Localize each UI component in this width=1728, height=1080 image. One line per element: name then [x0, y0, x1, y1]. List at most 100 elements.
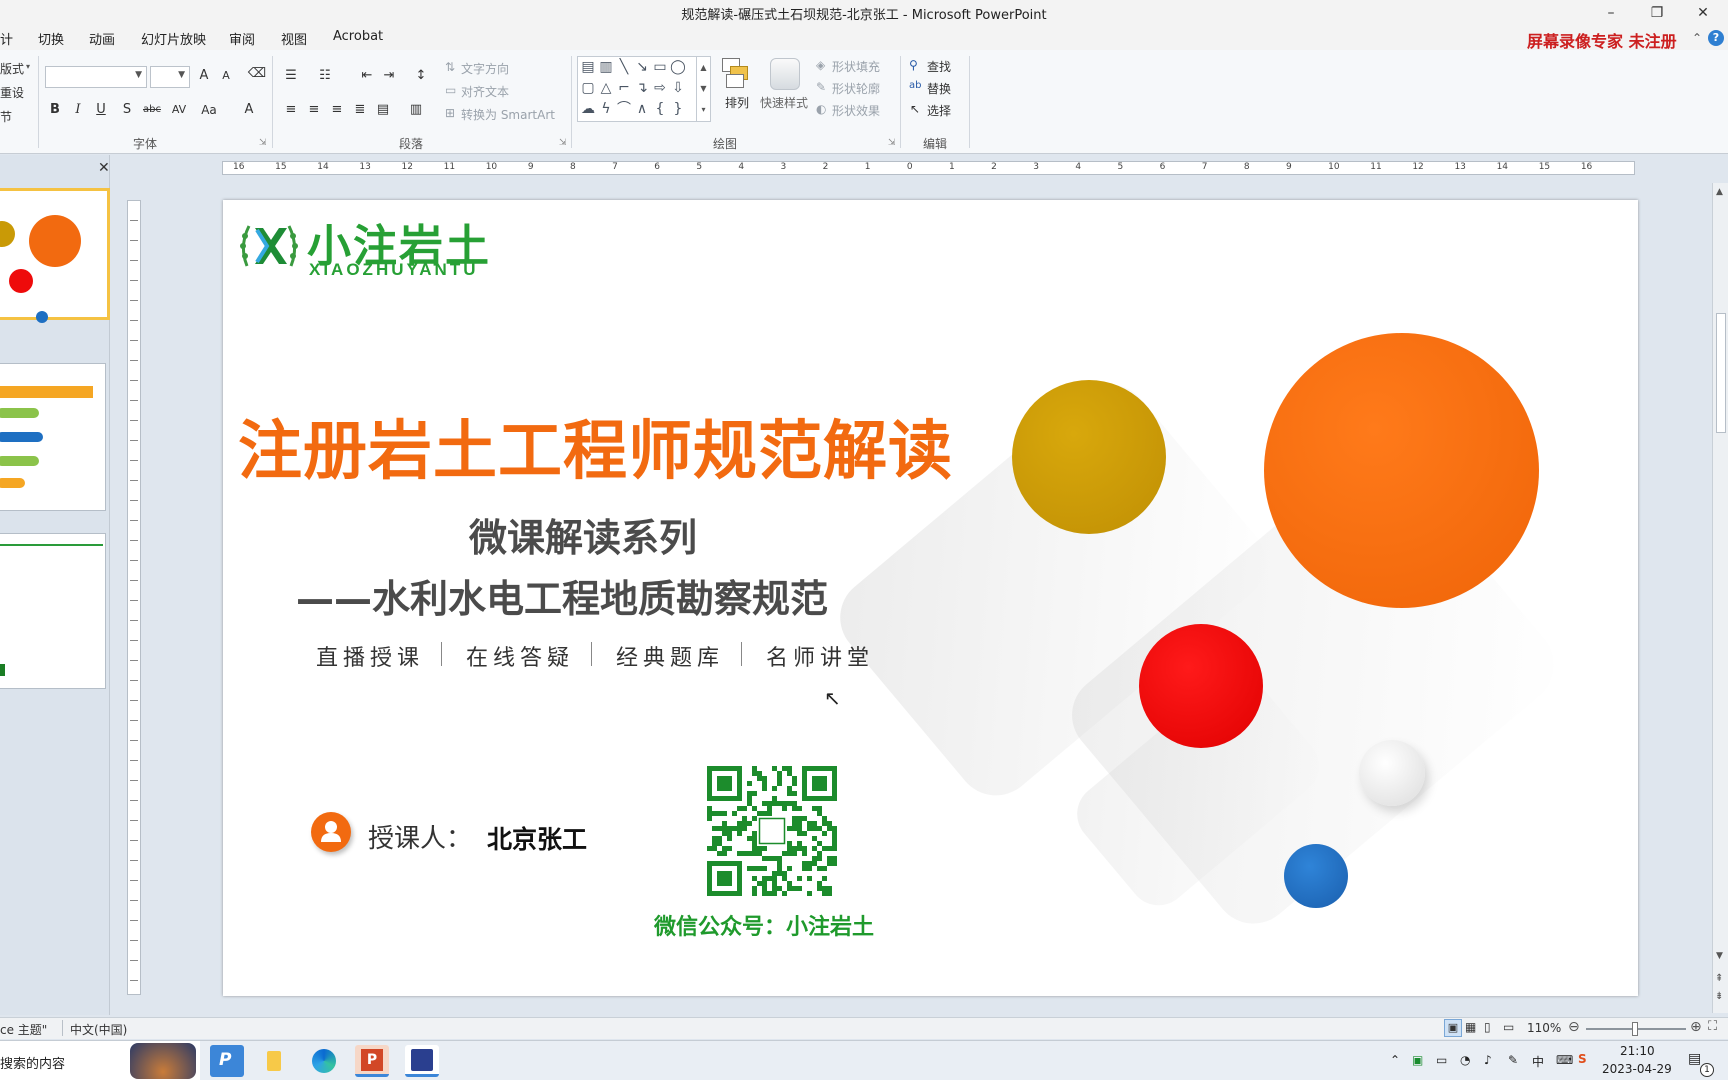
right-brace-shape-icon[interactable]: }	[670, 101, 686, 117]
clock-date[interactable]: 2023-04-29	[1602, 1062, 1672, 1076]
tab-slideshow[interactable]: 幻灯片放映	[141, 29, 206, 48]
line-spacing-icon[interactable]: ↕	[410, 66, 432, 86]
triangle-shape-icon[interactable]: △	[598, 80, 614, 96]
tray-overflow-icon[interactable]: ⌃	[1390, 1053, 1400, 1067]
slide-sorter-icon[interactable]: ▦	[1465, 1020, 1476, 1034]
shapes-gallery[interactable]: ▤ ▥ ╲ ↘ ▭ ◯ ▢ △ ⌐ ↴ ⇨ ⇩ ☁ ϟ ⌒ ∧ { } ▲ ▼ ▾	[577, 56, 711, 122]
elbow-arrow-icon[interactable]: ↴	[634, 80, 650, 96]
italic-button[interactable]: I	[67, 100, 89, 120]
tab-view[interactable]: 视图	[281, 29, 307, 48]
arrange-button[interactable]: 排列	[725, 94, 749, 111]
tab-acrobat[interactable]: Acrobat	[333, 29, 383, 44]
align-center-icon[interactable]: ≡	[303, 100, 325, 120]
tab-animations[interactable]: 动画	[89, 29, 115, 48]
close-button[interactable]: ✕	[1680, 2, 1726, 24]
zoom-in-icon[interactable]: ⊕	[1690, 1019, 1702, 1035]
slide[interactable]: 小注岩土 XIAOZHUYANTU 注册岩土工程师规范解读 微课解读系列 ——水…	[223, 200, 1638, 996]
language-indicator[interactable]: 中文(中国)	[70, 1021, 127, 1038]
volume-icon[interactable]: ♪	[1484, 1053, 1492, 1067]
bold-button[interactable]: B	[44, 100, 66, 120]
align-left-icon[interactable]: ≡	[280, 100, 302, 120]
help-icon[interactable]: ?	[1708, 30, 1724, 46]
tab-design[interactable]: 计	[0, 29, 13, 48]
text-direction-button[interactable]: 文字方向	[461, 60, 509, 77]
prev-slide-icon[interactable]: ⇞	[1715, 973, 1723, 984]
clear-format-icon[interactable]: ⌫	[246, 64, 268, 84]
collapse-ribbon-icon[interactable]: ⌃	[1692, 31, 1702, 45]
shape-outline-button[interactable]: 形状轮廓	[832, 80, 880, 97]
vertical-textbox-shape-icon[interactable]: ▥	[598, 59, 614, 75]
sogou-icon[interactable]: S	[1578, 1052, 1587, 1066]
freeform-shape-icon[interactable]: ☁	[580, 101, 596, 117]
shadow-button[interactable]: S	[116, 100, 138, 120]
app-icon-pdf[interactable]: P	[210, 1045, 244, 1077]
select-button[interactable]: 选择	[927, 102, 951, 119]
next-slide-icon[interactable]: ⇟	[1715, 991, 1723, 1002]
powerpoint-app-icon[interactable]: P	[355, 1045, 389, 1077]
dialog-launcher-icon[interactable]: ⇲	[259, 138, 267, 148]
slideshow-view-icon[interactable]: ▭	[1503, 1020, 1514, 1034]
left-brace-shape-icon[interactable]: {	[652, 101, 668, 117]
close-panel-icon[interactable]: ✕	[98, 160, 110, 176]
quick-styles-button[interactable]: 快速样式	[760, 94, 808, 111]
replace-button[interactable]: 替换	[927, 80, 951, 97]
notification-icon[interactable]: ▤	[1688, 1051, 1701, 1067]
normal-view-icon[interactable]: ▣	[1444, 1019, 1462, 1037]
numbering-icon[interactable]: ☷	[314, 66, 336, 86]
battery-icon[interactable]: ▭	[1436, 1053, 1447, 1067]
recorder-app-icon[interactable]	[405, 1045, 439, 1077]
layout-button[interactable]: 版式	[0, 60, 24, 77]
increase-indent-icon[interactable]: ⇥	[378, 66, 400, 86]
strikethrough-button[interactable]: abc	[139, 100, 165, 120]
convert-smartart-button[interactable]: 转换为 SmartArt	[461, 106, 555, 123]
char-spacing-button[interactable]: AV	[166, 100, 192, 120]
slide-thumbnail-2[interactable]	[0, 363, 106, 511]
line-shape-icon[interactable]: ╲	[616, 59, 632, 75]
font-size-combo[interactable]: ▼	[150, 66, 190, 88]
tray-app-icon[interactable]: ▣	[1412, 1053, 1423, 1067]
slide-thumbnail-3[interactable]	[0, 533, 106, 689]
textbox-shape-icon[interactable]: ▤	[580, 59, 596, 75]
vertical-scrollbar[interactable]: ▲ ▼ ⇞ ⇟	[1712, 183, 1728, 1013]
bullets-icon[interactable]: ☰	[280, 66, 302, 86]
dialog-launcher-icon[interactable]: ⇲	[559, 138, 567, 148]
tab-transitions[interactable]: 切换	[38, 29, 64, 48]
search-box[interactable]: 搜索的内容	[0, 1041, 200, 1080]
shape-effects-button[interactable]: 形状效果	[832, 102, 880, 119]
tab-review[interactable]: 审阅	[229, 29, 255, 48]
zoom-level[interactable]: 110%	[1527, 1021, 1561, 1035]
rounded-rect-shape-icon[interactable]: ▢	[580, 80, 596, 96]
elbow-connector-icon[interactable]: ⌐	[616, 80, 632, 96]
section-button[interactable]: 节	[0, 108, 12, 125]
reset-button[interactable]: 重设	[0, 84, 24, 101]
edge-browser-icon[interactable]	[307, 1045, 341, 1077]
slide-thumbnail-1[interactable]	[0, 188, 110, 323]
justify-icon[interactable]: ≣	[349, 100, 371, 120]
decrease-indent-icon[interactable]: ⇤	[356, 66, 378, 86]
minimize-button[interactable]: –	[1588, 2, 1634, 24]
columns-icon[interactable]: ▥	[405, 100, 427, 120]
down-arrow-shape-icon[interactable]: ⇩	[670, 80, 686, 96]
right-arrow-shape-icon[interactable]: ⇨	[652, 80, 668, 96]
curve-shape-icon[interactable]: ∧	[634, 101, 650, 117]
scroll-thumb[interactable]	[1716, 313, 1726, 433]
align-text-button[interactable]: 对齐文本	[461, 83, 509, 100]
change-case-button[interactable]: Aa	[196, 100, 222, 120]
gallery-scroll[interactable]: ▲ ▼ ▾	[696, 57, 710, 121]
align-right-icon[interactable]: ≡	[326, 100, 348, 120]
font-color-button[interactable]: A	[238, 100, 260, 120]
scroll-down-icon[interactable]: ▼	[1716, 951, 1723, 961]
arc-shape-icon[interactable]: ⌒	[616, 101, 632, 117]
find-button[interactable]: 查找	[927, 58, 951, 75]
fit-slide-icon[interactable]: ⛶	[1708, 1019, 1717, 1034]
dialog-launcher-icon[interactable]: ⇲	[888, 138, 896, 148]
ime-icon[interactable]: 中	[1532, 1053, 1544, 1070]
zoom-slider-thumb[interactable]	[1632, 1022, 1638, 1036]
underline-button[interactable]: U	[90, 100, 112, 120]
zoom-out-icon[interactable]: ⊖	[1568, 1019, 1580, 1035]
file-explorer-icon[interactable]	[257, 1045, 291, 1077]
shrink-font-button[interactable]: A	[215, 66, 237, 86]
font-name-combo[interactable]: ▼	[45, 66, 147, 88]
oval-shape-icon[interactable]: ◯	[670, 59, 686, 75]
grow-font-button[interactable]: A	[193, 66, 215, 86]
